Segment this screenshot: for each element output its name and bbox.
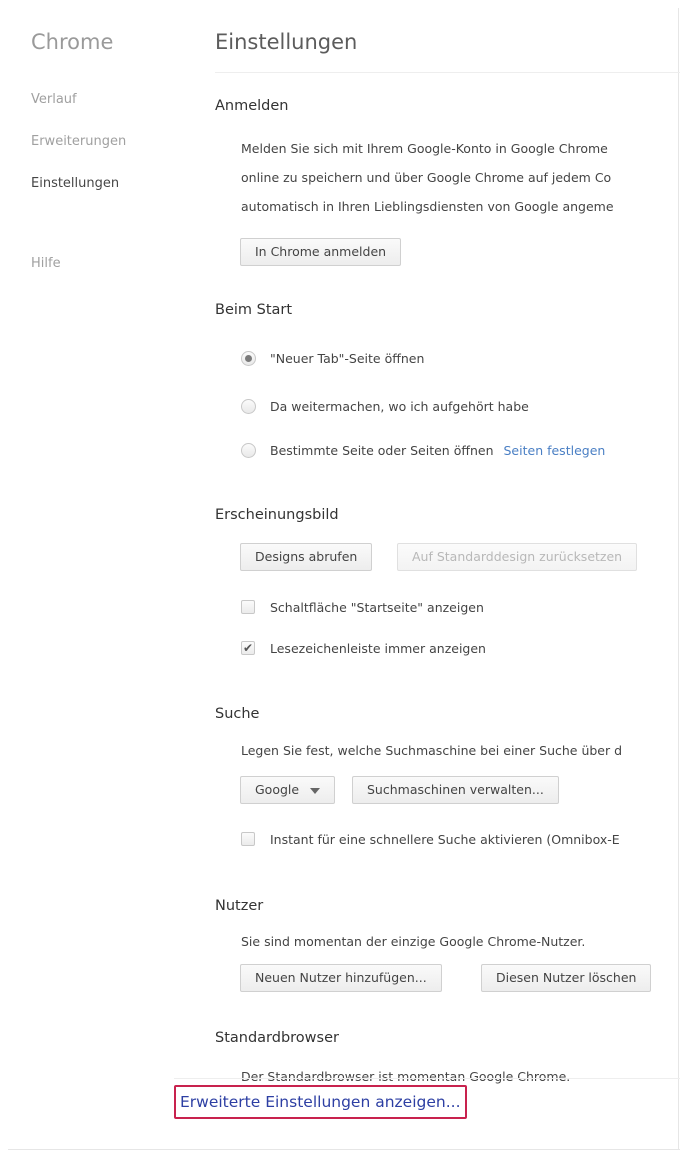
default-browser-description: Der Standardbrowser ist momentan Google …	[241, 1069, 571, 1084]
set-pages-link[interactable]: Seiten festlegen	[504, 443, 606, 458]
users-heading: Nutzer	[215, 898, 264, 914]
sidebar-item-help[interactable]: Hilfe	[31, 256, 61, 271]
users-description: Sie sind momentan der einzige Google Chr…	[241, 934, 586, 949]
startup-option-new-tab[interactable]: "Neuer Tab"-Seite öffnen	[241, 348, 424, 368]
show-home-button-option[interactable]: Schaltfläche "Startseite" anzeigen	[241, 597, 484, 617]
instant-search-label: Instant für eine schnellere Suche aktivi…	[270, 831, 620, 847]
startup-option-new-tab-label: "Neuer Tab"-Seite öffnen	[270, 350, 425, 366]
instant-search-option[interactable]: Instant für eine schnellere Suche aktivi…	[241, 829, 620, 849]
radio-button[interactable]	[241, 442, 256, 458]
search-engine-value: Google	[255, 782, 300, 797]
title-divider	[215, 72, 680, 73]
sidebar-item-settings[interactable]: Einstellungen	[31, 176, 119, 191]
checkbox-checked[interactable]: ✔	[241, 641, 255, 655]
appearance-heading: Erscheinungsbild	[215, 507, 339, 523]
show-advanced-settings-link[interactable]: Erweiterte Einstellungen anzeigen...	[174, 1085, 467, 1119]
page-frame-right	[678, 8, 679, 1150]
signin-text-line-1: Melden Sie sich mit Ihrem Google-Konto i…	[241, 141, 608, 156]
footer-divider	[174, 1078, 680, 1079]
checkmark-icon: ✔	[242, 641, 254, 655]
page-title: Einstellungen	[215, 30, 358, 54]
signin-button[interactable]: In Chrome anmelden	[240, 238, 402, 266]
sidebar-item-extensions[interactable]: Erweiterungen	[31, 134, 126, 149]
radio-button[interactable]	[241, 398, 256, 414]
default-browser-heading: Standardbrowser	[215, 1030, 339, 1046]
show-bookmarks-bar-label: Lesezeichenleiste immer anzeigen	[270, 640, 486, 656]
startup-option-specific-pages-label: Bestimmte Seite oder Seiten öffnen	[270, 442, 494, 458]
show-home-button-label: Schaltfläche "Startseite" anzeigen	[270, 599, 484, 615]
startup-option-specific-pages[interactable]: Bestimmte Seite oder Seiten öffnen Seite…	[241, 440, 605, 460]
search-description: Legen Sie fest, welche Suchmaschine bei …	[241, 743, 623, 758]
sidebar-title: Chrome	[31, 30, 114, 54]
checkbox[interactable]	[241, 600, 255, 614]
search-heading: Suche	[215, 706, 260, 722]
search-engine-dropdown[interactable]: Google	[240, 776, 336, 804]
signin-text-line-3: automatisch in Ihren Lieblingsdiensten v…	[241, 199, 614, 214]
startup-option-continue[interactable]: Da weitermachen, wo ich aufgehört habe	[241, 396, 529, 416]
radio-dot	[245, 354, 252, 362]
show-bookmarks-bar-option[interactable]: ✔ Lesezeichenleiste immer anzeigen	[241, 638, 486, 658]
chevron-down-icon	[310, 787, 321, 794]
add-user-button[interactable]: Neuen Nutzer hinzufügen...	[240, 964, 442, 992]
delete-user-button[interactable]: Diesen Nutzer löschen	[481, 964, 652, 992]
startup-option-continue-label: Da weitermachen, wo ich aufgehört habe	[270, 398, 529, 414]
radio-button-selected[interactable]	[241, 350, 256, 366]
reset-theme-button[interactable]: Auf Standarddesign zurücksetzen	[397, 543, 638, 571]
get-themes-button[interactable]: Designs abrufen	[240, 543, 373, 571]
signin-heading: Anmelden	[215, 98, 289, 114]
manage-search-engines-button[interactable]: Suchmaschinen verwalten...	[352, 776, 559, 804]
page-frame-bottom	[8, 1149, 680, 1150]
startup-heading: Beim Start	[215, 302, 293, 318]
sidebar-item-history[interactable]: Verlauf	[31, 92, 77, 107]
signin-text-line-2: online zu speichern und über Google Chro…	[241, 170, 612, 185]
checkbox[interactable]	[241, 832, 255, 846]
